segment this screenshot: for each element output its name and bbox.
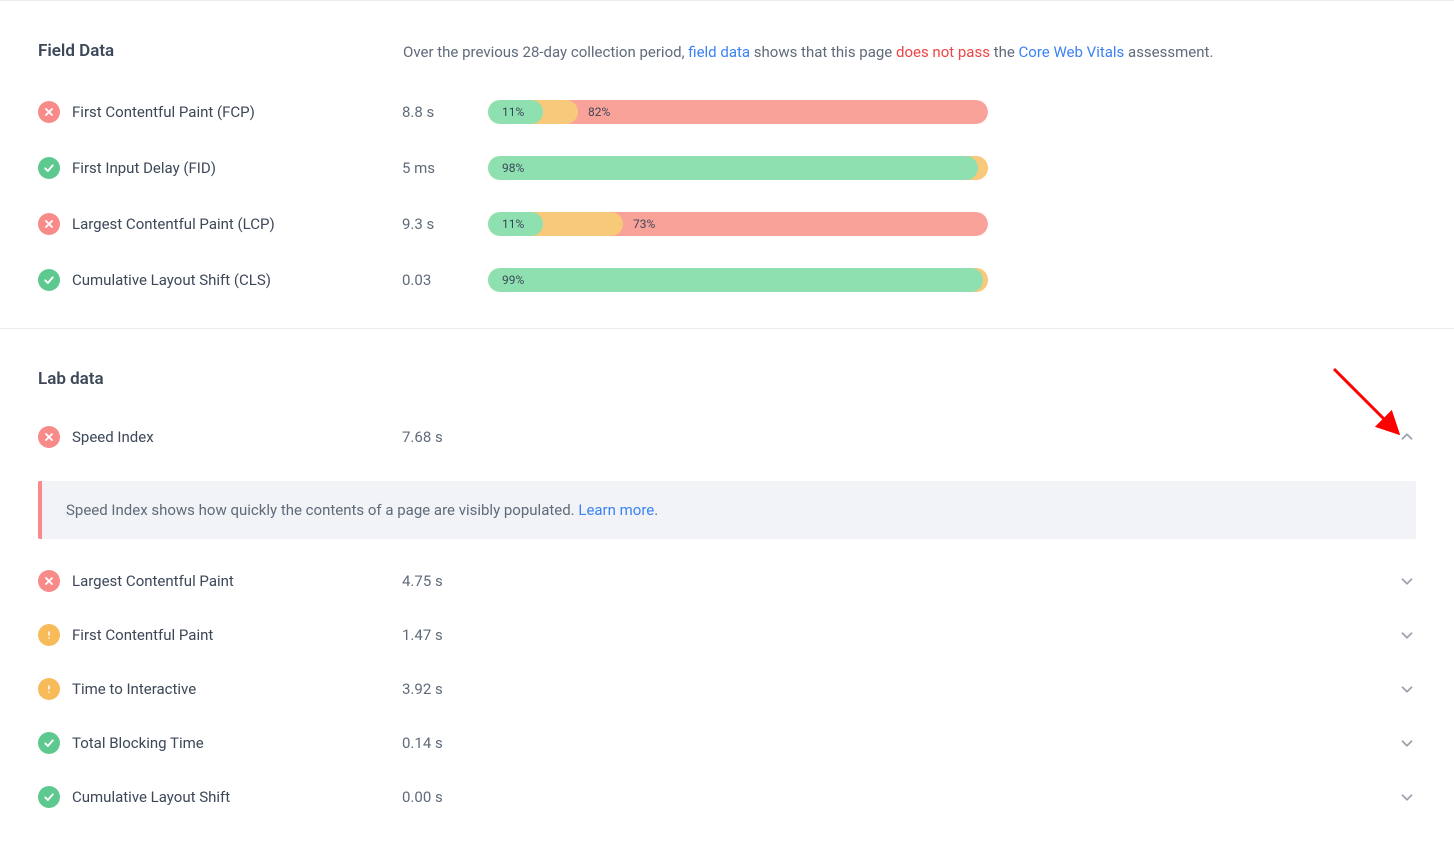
- metric-value: 0.03: [402, 271, 488, 289]
- check-circle-icon: [38, 732, 60, 754]
- lab-metric-value: 1.47 s: [402, 626, 1398, 644]
- metric-distribution-bar: 82%7%11%: [488, 100, 988, 124]
- chevron-down-icon: [1398, 680, 1416, 698]
- metric-distribution-bar: 73%16%11%: [488, 212, 988, 236]
- lab-metric-value: 3.92 s: [402, 680, 1398, 698]
- lab-metric-value: 7.68 s: [402, 428, 1398, 446]
- field-data-section: Field Data Over the previous 28-day coll…: [0, 0, 1454, 328]
- lab-metric-label: Total Blocking Time: [72, 734, 402, 752]
- metric-value: 9.3 s: [402, 215, 488, 233]
- chevron-up-icon: [1398, 428, 1416, 446]
- exclamation-circle-icon: [38, 678, 60, 700]
- chevron-down-icon: [1398, 788, 1416, 806]
- lab-metric-label: Time to Interactive: [72, 680, 402, 698]
- x-circle-icon: [38, 101, 60, 123]
- lab-metric-row[interactable]: Time to Interactive3.92 s: [38, 671, 1416, 707]
- lab-metric-row[interactable]: Speed Index7.68 s: [38, 419, 1416, 455]
- metric-label: Cumulative Layout Shift (CLS): [72, 271, 402, 289]
- lab-data-section: Lab data Speed Index7.68 s Speed Index sh…: [0, 328, 1454, 845]
- chevron-down-icon: [1398, 734, 1416, 752]
- field-metrics-list: First Contentful Paint (FCP)8.8 s82%7%11…: [38, 94, 1416, 298]
- metric-label: Largest Contentful Paint (LCP): [72, 215, 402, 233]
- x-circle-icon: [38, 213, 60, 235]
- lab-metric-row[interactable]: First Contentful Paint1.47 s: [38, 617, 1416, 653]
- field-metric-row: Largest Contentful Paint (LCP)9.3 s73%16…: [38, 206, 1416, 242]
- lab-data-header: Lab data: [38, 369, 1416, 389]
- lab-metric-label: Largest Contentful Paint: [72, 572, 402, 590]
- lab-metric-label: Speed Index: [72, 428, 402, 446]
- lab-data-title: Lab data: [38, 369, 403, 389]
- assessment-result: does not pass: [896, 43, 990, 61]
- lab-metric-label: Cumulative Layout Shift: [72, 788, 402, 806]
- lab-metric-value: 4.75 s: [402, 572, 1398, 590]
- metric-distribution-bar: 1%1%98%: [488, 156, 988, 180]
- metric-distribution-bar: 0%1%99%: [488, 268, 988, 292]
- lab-metric-label: First Contentful Paint: [72, 626, 402, 644]
- lab-metric-value: 0.00 s: [402, 788, 1398, 806]
- chevron-down-icon: [1398, 626, 1416, 644]
- field-data-description: Over the previous 28-day collection peri…: [403, 41, 1213, 64]
- metric-label: First Contentful Paint (FCP): [72, 103, 402, 121]
- x-circle-icon: [38, 570, 60, 592]
- metric-label: First Input Delay (FID): [72, 159, 402, 177]
- x-circle-icon: [38, 426, 60, 448]
- learn-more-link[interactable]: Learn more: [578, 501, 654, 519]
- check-circle-icon: [38, 269, 60, 291]
- field-metric-row: Cumulative Layout Shift (CLS)0.030%1%99%: [38, 262, 1416, 298]
- lab-data-list: Speed Index7.68 s Speed Index shows how q…: [38, 419, 1416, 815]
- chevron-down-icon: [1398, 572, 1416, 590]
- lab-metric-row[interactable]: Cumulative Layout Shift0.00 s: [38, 779, 1416, 815]
- lab-metric-detail: Speed Index shows how quickly the conten…: [38, 481, 1416, 539]
- exclamation-circle-icon: [38, 624, 60, 646]
- lab-metric-row[interactable]: Largest Contentful Paint4.75 s: [38, 563, 1416, 599]
- check-circle-icon: [38, 157, 60, 179]
- metric-value: 5 ms: [402, 159, 488, 177]
- field-metric-row: First Input Delay (FID)5 ms1%1%98%: [38, 150, 1416, 186]
- metric-value: 8.8 s: [402, 103, 488, 121]
- check-circle-icon: [38, 786, 60, 808]
- lab-metric-value: 0.14 s: [402, 734, 1398, 752]
- field-data-title: Field Data: [38, 41, 403, 61]
- core-web-vitals-link[interactable]: Core Web Vitals: [1019, 43, 1125, 61]
- field-data-header: Field Data Over the previous 28-day coll…: [38, 41, 1416, 64]
- field-metric-row: First Contentful Paint (FCP)8.8 s82%7%11…: [38, 94, 1416, 130]
- lab-metric-row[interactable]: Total Blocking Time0.14 s: [38, 725, 1416, 761]
- field-data-link[interactable]: field data: [688, 43, 750, 61]
